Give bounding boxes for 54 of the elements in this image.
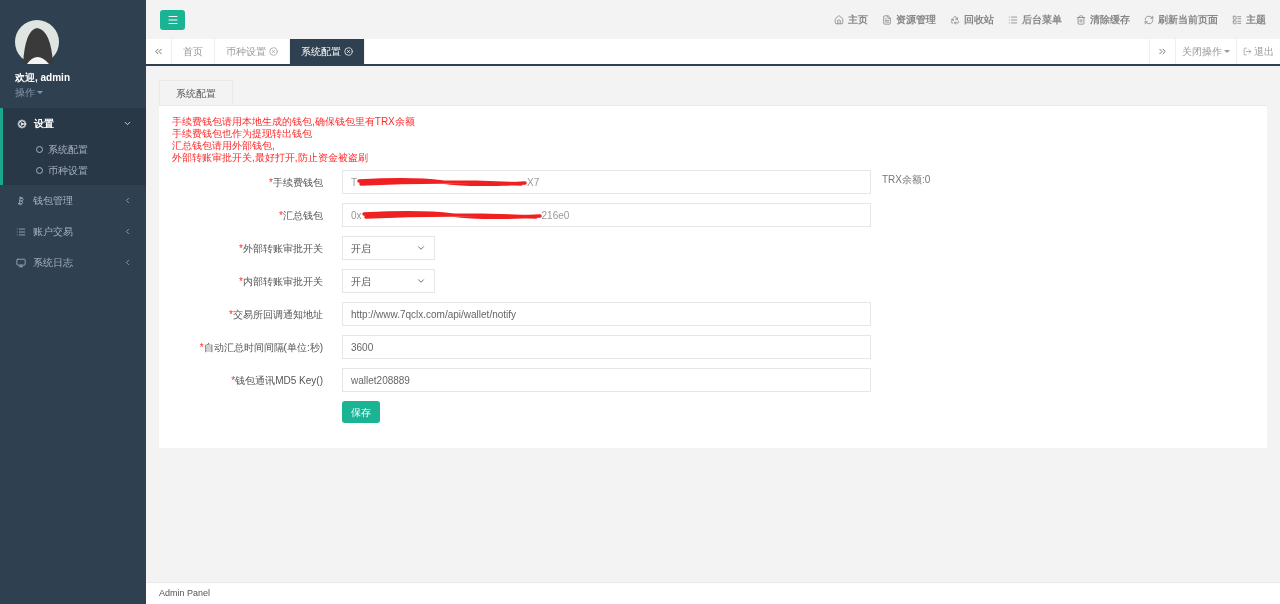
double-right-icon bbox=[1157, 46, 1168, 57]
topbar-link[interactable]: 主题 bbox=[1232, 12, 1266, 27]
field-label: *汇总钱包 bbox=[278, 208, 324, 223]
logout-icon bbox=[1243, 47, 1252, 56]
sidebar-item[interactable]: 系统日志 bbox=[0, 247, 146, 278]
input-field[interactable]: http://www.7qclx.com/api/wallet/notify bbox=[342, 302, 871, 326]
field-label: *钱包通讯MD5 Key() bbox=[230, 373, 324, 388]
avatar bbox=[15, 20, 59, 64]
footer-text: Admin Panel bbox=[159, 586, 211, 600]
menu-toggle-button[interactable] bbox=[160, 9, 185, 30]
chevron-icon bbox=[416, 276, 426, 286]
field-label: *交易所回调通知地址 bbox=[228, 307, 324, 322]
topbar-link[interactable]: 后台菜单 bbox=[1008, 12, 1062, 27]
balance-text: TRX余额:0 bbox=[882, 173, 931, 187]
sidebar-item[interactable]: 钱包管理 bbox=[0, 185, 146, 216]
topbar-link[interactable]: 刷新当前页面 bbox=[1144, 12, 1218, 27]
field-label: *外部转账审批开关 bbox=[238, 241, 324, 256]
input-field[interactable]: 0x 216e0 bbox=[342, 203, 871, 227]
select-field[interactable]: 开启 bbox=[342, 236, 435, 260]
page-tab[interactable]: 系统配置 bbox=[290, 39, 365, 64]
close-icon bbox=[344, 47, 353, 56]
user-menu-dropdown[interactable]: 操作 bbox=[15, 85, 43, 100]
sidebar-item[interactable]: 账户交易 bbox=[0, 216, 146, 247]
input-field[interactable]: wallet208889 bbox=[342, 368, 871, 392]
welcome-text: 欢迎, admin bbox=[15, 71, 71, 85]
warning-note: 手续费钱包请用本地生成的钱包,确保钱包里有TRX余额 bbox=[172, 116, 416, 128]
select-field[interactable]: 开启 bbox=[342, 269, 435, 293]
chevron-icon bbox=[123, 196, 132, 205]
chevron-icon bbox=[123, 227, 132, 236]
topbar-link[interactable]: 资源管理 bbox=[882, 12, 936, 27]
warning-note: 外部转账审批开关,最好打开,防止资金被盗刷 bbox=[172, 152, 369, 164]
sidebar-item[interactable]: 设置 bbox=[3, 108, 146, 139]
topbar-link[interactable]: 回收站 bbox=[950, 12, 994, 27]
double-left-icon bbox=[153, 46, 164, 57]
close-actions-dropdown[interactable]: 关闭操作 bbox=[1175, 39, 1236, 64]
logout-link[interactable]: 退出 bbox=[1236, 39, 1280, 64]
input-field[interactable]: T X7 bbox=[342, 170, 871, 194]
submenu-item[interactable]: 币种设置 bbox=[3, 160, 146, 181]
topbar-link[interactable]: 清除缓存 bbox=[1076, 12, 1130, 27]
page-tab[interactable]: 首页 bbox=[172, 39, 215, 64]
submenu-item[interactable]: 系统配置 bbox=[3, 139, 146, 160]
chevron-icon bbox=[416, 243, 426, 253]
save-button[interactable]: 保存 bbox=[342, 401, 380, 423]
chevron-icon bbox=[123, 119, 132, 128]
topbar-link[interactable]: 主页 bbox=[834, 12, 868, 27]
input-field[interactable]: 3600 bbox=[342, 335, 871, 359]
panel-tab[interactable]: 系统配置 bbox=[159, 80, 233, 105]
field-label: *自动汇总时间间隔(单位:秒) bbox=[198, 340, 324, 355]
chevron-icon bbox=[123, 258, 132, 267]
warning-note: 手续费钱包也作为提现转出钱包 bbox=[172, 128, 313, 140]
field-label: *内部转账审批开关 bbox=[238, 274, 324, 289]
close-icon bbox=[269, 47, 278, 56]
field-label: *手续费钱包 bbox=[268, 175, 324, 190]
warning-note: 汇总钱包请用外部钱包, bbox=[172, 140, 276, 152]
